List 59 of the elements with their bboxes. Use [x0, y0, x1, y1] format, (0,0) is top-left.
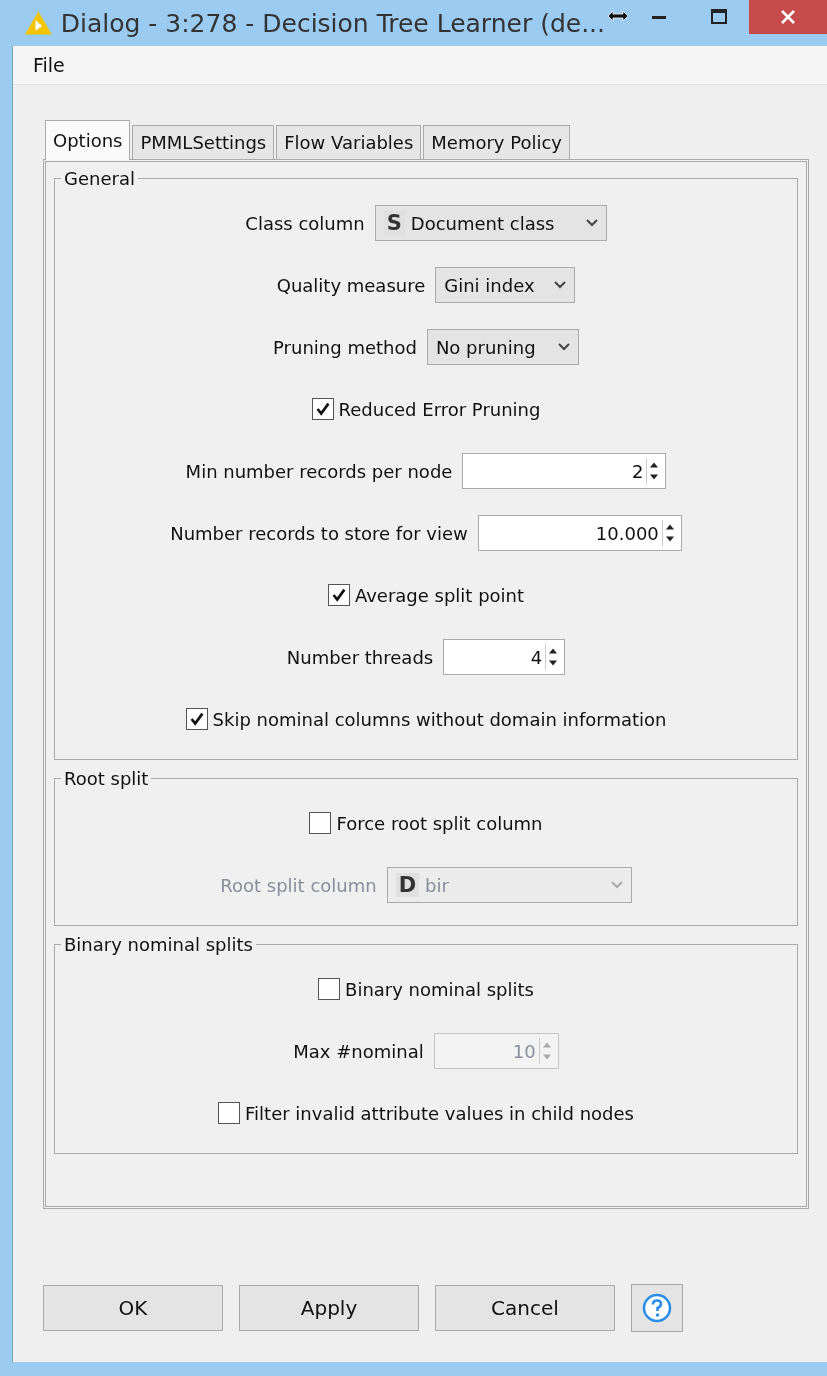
column-type-badge: S: [383, 211, 405, 235]
dropdown[interactable]: No pruning: [426, 329, 579, 365]
field-label: Root split column: [220, 874, 377, 896]
checkbox-label: Reduced Error Pruning: [338, 398, 541, 420]
dropdown-value: bir: [425, 874, 449, 896]
spinner-value: 2: [630, 460, 645, 482]
checkbox[interactable]: [311, 398, 334, 420]
dialog-button[interactable]: Apply: [239, 1285, 419, 1331]
maximize-icon: [709, 7, 729, 27]
column-type-badge: D: [395, 873, 420, 897]
dropdown[interactable]: S Document class: [374, 205, 607, 241]
dropdown-value: No pruning: [435, 336, 536, 358]
group-title: Root split: [63, 768, 150, 789]
checkbox[interactable]: [309, 812, 332, 834]
warning-icon: [24, 10, 53, 36]
field-label: Max #nominal: [293, 1040, 424, 1062]
tab[interactable]: Options: [45, 120, 131, 160]
spinner-value: 10: [511, 1040, 537, 1062]
checkbox[interactable]: [327, 584, 350, 606]
window-title: Dialog - 3:278 - Decision Tree Learner (de...: [60, 8, 605, 38]
close-button[interactable]: [749, 0, 827, 34]
spinner-field[interactable]: 2: [462, 453, 667, 489]
tab[interactable]: Flow Variables: [276, 125, 422, 159]
dropdown-value: Document class: [410, 212, 555, 234]
dialog-button[interactable]: Cancel: [435, 1285, 615, 1331]
minimize-icon: [652, 15, 666, 19]
tab[interactable]: PMMLSettings: [132, 125, 275, 159]
group-title: Binary nominal splits: [63, 934, 254, 955]
help-icon: [642, 1293, 672, 1323]
spinner-field[interactable]: 4: [443, 639, 566, 675]
chevron-down-icon: [557, 343, 570, 351]
spinner-value: 10.000: [594, 522, 660, 544]
field-label: Pruning method: [273, 336, 417, 358]
dialog-button[interactable]: OK: [43, 1285, 223, 1331]
spinner-field[interactable]: 10.000: [477, 515, 682, 551]
field-label: Min number records per node: [185, 460, 453, 482]
field-label: Quality measure: [276, 274, 426, 296]
spinner-value: 4: [529, 646, 544, 668]
chevron-down-icon: [554, 281, 567, 289]
resize-cursor-icon: [607, 10, 629, 22]
checkbox[interactable]: [218, 1102, 241, 1124]
checkbox[interactable]: [318, 978, 341, 1000]
group-title: General: [63, 168, 136, 189]
field-label: Number records to store for view: [170, 522, 468, 544]
tab[interactable]: Memory Policy: [423, 125, 570, 159]
checkbox-label: Skip nominal columns without domain information: [212, 708, 667, 730]
menu-item[interactable]: File: [21, 52, 77, 78]
field-label: Number threads: [286, 646, 434, 668]
dropdown[interactable]: Gini index: [435, 267, 576, 303]
chevron-down-icon: [610, 881, 623, 889]
checkbox-label: Binary nominal splits: [345, 978, 534, 1000]
checkbox[interactable]: [185, 708, 208, 730]
help-button[interactable]: [631, 1284, 683, 1332]
checkbox-label: Average split point: [354, 584, 525, 606]
checkbox-label: Force root split column: [336, 812, 543, 834]
dropdown-value: Gini index: [444, 274, 535, 296]
chevron-down-icon: [585, 219, 598, 227]
field-label: Class column: [245, 212, 365, 234]
checkbox-label: Filter invalid attribute values in child nodes: [245, 1102, 634, 1124]
